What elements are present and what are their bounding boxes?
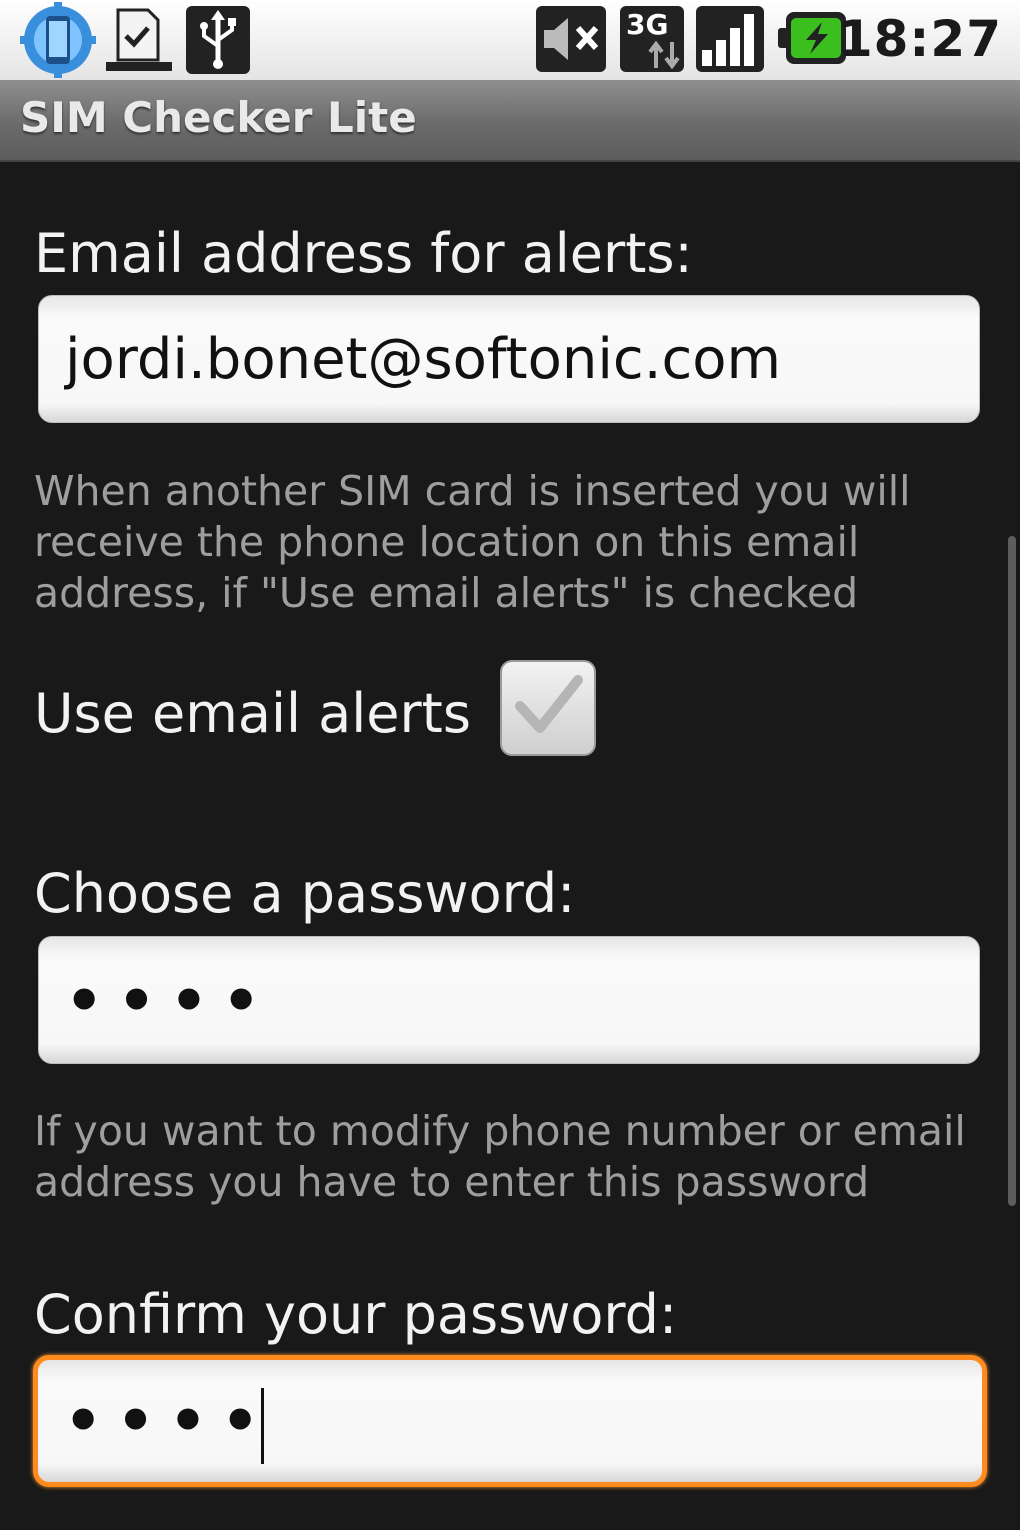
password-value: •••• — [65, 966, 275, 1036]
checkmark-icon — [515, 675, 583, 733]
use-email-alerts-checkbox[interactable] — [500, 660, 596, 756]
download-complete-icon — [106, 8, 172, 71]
app-title-bar: SIM Checker Lite — [0, 80, 1020, 162]
password-hint: If you want to modify phone number or em… — [34, 1107, 966, 1206]
mute-icon — [536, 6, 606, 72]
password-input[interactable]: •••• — [38, 936, 980, 1064]
confirm-password-value: •••• — [64, 1386, 274, 1456]
3g-data-icon: 3G — [620, 6, 684, 72]
email-label: Email address for alerts: — [34, 222, 693, 285]
text-cursor — [261, 1387, 265, 1464]
password-label: Choose a password: — [34, 862, 576, 925]
confirm-password-input[interactable]: •••• — [33, 1355, 987, 1487]
network-type-label: 3G — [626, 8, 669, 41]
use-email-alerts-label: Use email alerts — [34, 682, 471, 745]
confirm-password-label: Confirm your password: — [34, 1283, 678, 1346]
signal-icon — [696, 6, 764, 72]
email-hint: When another SIM card is inserted you wi… — [34, 467, 911, 617]
usb-icon — [186, 6, 250, 74]
clock-time: 18:27 — [837, 10, 1002, 68]
scrollbar[interactable] — [1008, 536, 1016, 1206]
app-notification-icon — [20, 2, 96, 78]
email-value: jordi.bonet@softonic.com — [65, 327, 782, 392]
email-input[interactable]: jordi.bonet@softonic.com — [38, 295, 980, 423]
status-bar: 3G 18:27 — [0, 0, 1020, 80]
app-title: SIM Checker Lite — [20, 93, 417, 142]
